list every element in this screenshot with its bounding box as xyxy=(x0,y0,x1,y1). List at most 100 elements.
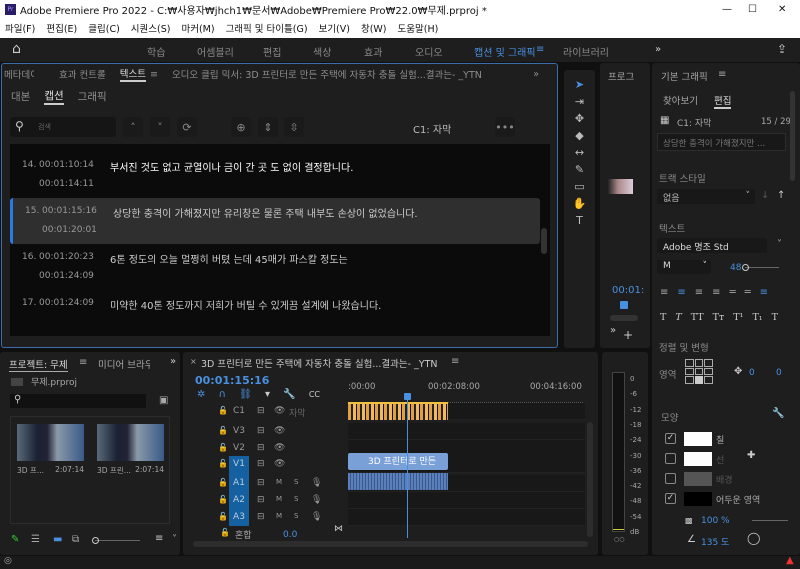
settings-wrench-icon[interactable]: 🔧 xyxy=(283,389,295,400)
shadow-checkbox[interactable]: ✓ xyxy=(665,493,676,504)
caption-preview-field[interactable]: 상당한 충격이 가해졌지만 ... xyxy=(657,133,786,151)
caption-clips[interactable] xyxy=(348,402,448,420)
caption-text[interactable]: 부서진 것도 없고 균열이나 금이 간 곳 도 없이 결정합니다. xyxy=(110,159,353,174)
track-lane[interactable] xyxy=(348,509,585,526)
mute-button[interactable]: M xyxy=(276,478,282,486)
new-bin-icon[interactable]: ▣ xyxy=(159,395,168,406)
sync-lock-icon[interactable]: ⊟ xyxy=(257,459,265,469)
workspace-audio[interactable]: 오디오 xyxy=(415,44,443,59)
add-caption-button[interactable]: ⊕ xyxy=(231,117,251,137)
lock-icon[interactable]: 🔓 xyxy=(218,426,228,435)
menu-help[interactable]: 도움말(H) xyxy=(398,21,439,35)
panel-menu-icon[interactable]: ≡ xyxy=(79,357,87,368)
more-tabs-icon[interactable]: » xyxy=(533,69,539,80)
caption-text[interactable]: 6톤 정도의 오늘 멀쩡히 버텼 는데 45매가 파스칼 정도는 xyxy=(110,251,348,266)
program-tab[interactable]: 프로그 xyxy=(608,69,634,83)
lock-icon[interactable]: 🔓 xyxy=(218,512,228,521)
tab-project[interactable]: 프로젝트: 무제 xyxy=(9,357,68,372)
tab-edit[interactable]: 편집 xyxy=(714,93,732,109)
slip-tool-icon[interactable]: ↔ xyxy=(564,146,595,159)
ripple-edit-tool-icon[interactable]: ✥ xyxy=(564,112,595,125)
track-target[interactable]: A3 xyxy=(229,509,249,526)
sync-lock-icon[interactable]: ⊟ xyxy=(257,406,265,416)
video-clip[interactable]: 3D 프린터로 만든 xyxy=(348,453,448,470)
zoom-scrollbar[interactable] xyxy=(610,315,638,321)
caption-list-scrollbar[interactable] xyxy=(541,228,547,254)
shadow-opacity-slider[interactable] xyxy=(752,520,788,521)
background-checkbox[interactable] xyxy=(665,473,676,484)
tab-metadata[interactable]: 메타데이터 범위 xyxy=(4,67,34,81)
tab-media-browser[interactable]: 미디어 브라우 xyxy=(98,357,150,371)
solo-button[interactable]: S xyxy=(294,478,298,486)
eye-icon[interactable]: 👁 xyxy=(274,459,285,469)
freeform-view-icon[interactable]: ⧉ xyxy=(72,534,79,545)
selection-tool-icon[interactable]: ➤ xyxy=(564,78,595,91)
position-y[interactable]: 0 xyxy=(776,368,782,378)
hand-tool-icon[interactable]: ✋ xyxy=(564,197,595,210)
workspace-captions-graphics[interactable]: 캡션 및 그래픽 xyxy=(474,44,536,59)
align-right-icon[interactable]: ≡ xyxy=(695,287,712,298)
panel-menu-icon[interactable]: ≡ xyxy=(150,69,158,80)
type-tool-icon[interactable]: T xyxy=(564,214,595,227)
pull-style-up-icon[interactable]: ↑ xyxy=(777,190,785,201)
add-marker-icon[interactable]: ▾ xyxy=(265,389,270,400)
angle-dial-icon[interactable]: ◯ xyxy=(747,531,760,545)
sort-icon[interactable]: ≡ xyxy=(155,533,163,544)
playhead[interactable] xyxy=(404,393,411,538)
sequence-timecode[interactable]: 00:01:15:16 xyxy=(195,374,269,387)
eye-icon[interactable]: 👁 xyxy=(274,443,285,453)
voiceover-mic-icon[interactable]: 🎙 xyxy=(311,512,322,522)
lock-icon[interactable]: 🔓 xyxy=(218,443,228,452)
workspace-effects[interactable]: 효과 xyxy=(364,44,382,59)
sync-lock-icon[interactable]: ⊟ xyxy=(257,512,265,522)
fill-color-swatch[interactable] xyxy=(684,432,712,446)
position-x[interactable]: 0 xyxy=(749,368,755,378)
chevron-down-icon[interactable]: ˅ xyxy=(172,534,177,545)
tab-browse[interactable]: 찾아보기 xyxy=(663,93,698,107)
faux-italic-icon[interactable]: T xyxy=(675,312,681,323)
track-target[interactable]: A1 xyxy=(229,475,249,492)
menu-file[interactable]: 파일(F) xyxy=(5,21,35,35)
thumbnail-zoom-slider[interactable] xyxy=(92,537,140,544)
linked-selection-icon[interactable]: ⛓ xyxy=(239,389,252,400)
subscript-icon[interactable]: T₁ xyxy=(752,312,762,323)
home-icon[interactable]: ⌂ xyxy=(12,41,21,57)
more-options-button[interactable]: ••• xyxy=(495,117,515,137)
sync-lock-icon[interactable]: ⊟ xyxy=(257,495,265,505)
track-lane[interactable] xyxy=(348,423,585,440)
workspace-assembly[interactable]: 어셈블리 xyxy=(197,44,234,59)
superscript-icon[interactable]: T¹ xyxy=(733,312,743,323)
caption-text[interactable]: 미약한 40톤 정도까지 저희가 버틸 수 있게끔 설계에 나왔습니다. xyxy=(110,297,381,312)
captions-cc-icon[interactable]: CC xyxy=(309,390,320,399)
shadow-angle[interactable]: 135 도 xyxy=(701,535,729,548)
stroke-checkbox[interactable] xyxy=(665,453,676,464)
sequence-title[interactable]: 3D 프린터로 만든 주택에 자동차 충돌 실험...결과는- _YTN xyxy=(201,356,438,370)
track-target[interactable]: V1 xyxy=(229,456,249,475)
voiceover-mic-icon[interactable]: 🎙 xyxy=(311,478,322,488)
align-left-icon[interactable]: ≡ xyxy=(660,287,677,298)
icon-view-icon[interactable]: ▬ xyxy=(53,534,62,545)
tab-graphics[interactable]: 그래픽 xyxy=(78,89,107,104)
project-item[interactable]: 3D 프... 2:07:14 xyxy=(17,424,84,475)
add-stroke-icon[interactable]: ✚ xyxy=(747,450,755,461)
font-size-slider[interactable] xyxy=(742,264,779,271)
caption-end[interactable]: 00:01:24:09 xyxy=(39,271,94,281)
next-caption-button[interactable]: ˅ xyxy=(150,117,170,137)
track-target[interactable]: C1 xyxy=(229,403,249,420)
faux-bold-icon[interactable]: T xyxy=(660,312,666,323)
fill-checkbox[interactable]: ✓ xyxy=(665,433,676,444)
mix-track-lock-icon[interactable]: 🔓 xyxy=(220,528,230,537)
menu-sequence[interactable]: 시퀀스(S) xyxy=(131,21,171,35)
pen-tool-icon[interactable]: ✎ xyxy=(564,163,595,176)
panel-menu-icon[interactable]: ≡ xyxy=(451,356,459,367)
small-caps-icon[interactable]: Tт xyxy=(713,312,725,323)
all-caps-icon[interactable]: TT xyxy=(691,312,704,323)
more-controls-icon[interactable]: » xyxy=(610,325,616,336)
caption-row[interactable]: 17. 00:01:24:09 미약한 40톤 정도까지 저희가 버틸 수 있게끔 … xyxy=(10,290,540,336)
shadow-opacity[interactable]: 100 % xyxy=(701,516,730,526)
caption-end[interactable]: 00:01:20:01 xyxy=(42,225,97,235)
caption-row[interactable]: 14. 00:01:10:14 00:01:14:11 부서진 것도 없고 균열이나 … xyxy=(10,152,540,198)
stroke-color-swatch[interactable] xyxy=(684,452,712,466)
merge-caption-button[interactable]: ⇳ xyxy=(284,117,304,137)
menu-marker[interactable]: 마커(M) xyxy=(181,21,214,35)
